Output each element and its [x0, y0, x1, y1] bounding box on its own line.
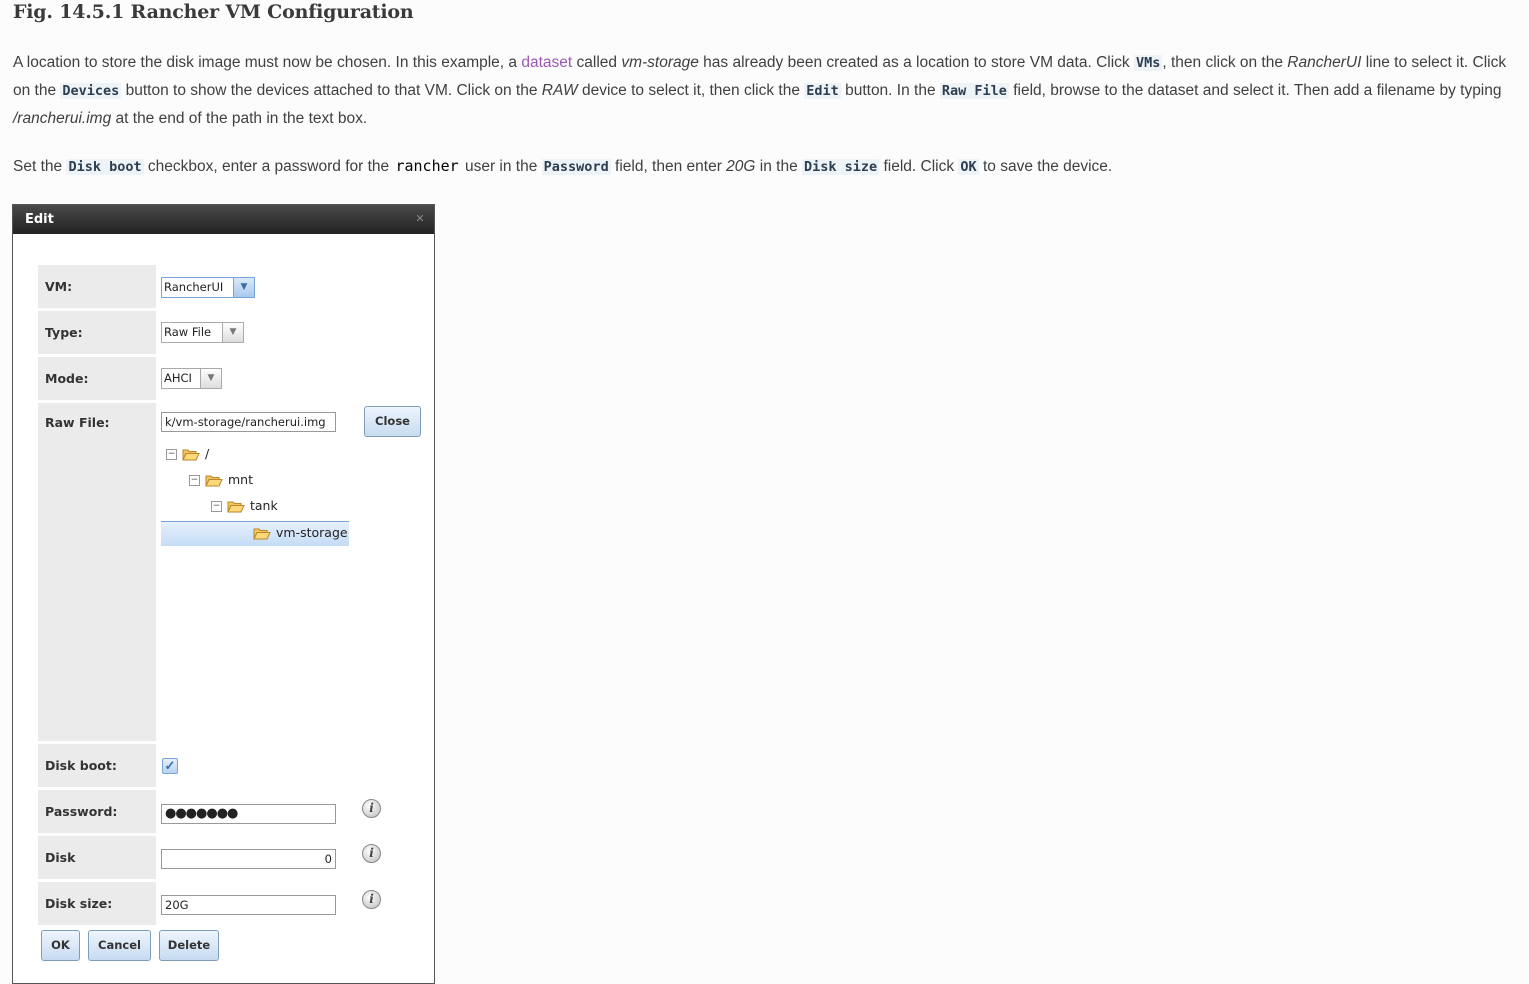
collapse-icon[interactable]: − — [189, 475, 200, 486]
type-label: Type: — [38, 311, 156, 354]
tree-node-tank[interactable]: − tank — [211, 498, 278, 513]
vm-label: VM: — [38, 265, 156, 308]
page-title: Fig. 14.5.1 Rancher VM Configuration — [13, 1, 414, 23]
cancel-button[interactable]: Cancel — [88, 930, 151, 961]
chevron-down-icon[interactable]: ▼ — [222, 323, 243, 342]
checkmark-icon: ✓ — [164, 758, 176, 773]
disk-boot-checkbox[interactable]: ✓ — [162, 758, 178, 774]
info-icon[interactable]: i — [362, 844, 381, 863]
instructions-paragraph-2: Set the Disk boot checkbox, enter a pass… — [13, 157, 1113, 175]
tree-node-mnt[interactable]: − mnt — [189, 472, 253, 487]
dialog-title: Edit — [25, 212, 54, 227]
delete-button[interactable]: Delete — [159, 930, 219, 961]
mode-label: Mode: — [38, 357, 156, 400]
disk-boot-label: Disk boot: — [38, 744, 156, 787]
folder-open-icon — [182, 449, 200, 461]
instructions-paragraph-1: A location to store the disk image must … — [13, 54, 1507, 127]
close-icon[interactable]: ✕ — [414, 213, 426, 225]
dialog-titlebar[interactable]: Edit ✕ — [13, 205, 434, 234]
mode-select[interactable]: AHCI ▼ — [161, 368, 222, 389]
password-label: Password: — [38, 790, 156, 833]
disk-size-label: Disk size: — [38, 882, 156, 925]
edit-device-dialog: Edit ✕ VM: Type: Mode: Raw File: Disk bo… — [12, 204, 435, 984]
info-icon[interactable]: i — [362, 799, 381, 818]
vm-select-value: RancherUI — [164, 280, 224, 294]
close-browser-button[interactable]: Close — [364, 406, 421, 437]
type-select[interactable]: Raw File ▼ — [161, 322, 244, 343]
collapse-icon[interactable]: − — [211, 501, 222, 512]
collapse-icon[interactable]: − — [166, 449, 177, 460]
chevron-down-icon[interactable]: ▼ — [233, 278, 254, 297]
sectorsize-input[interactable]: 0 — [161, 849, 336, 869]
type-select-value: Raw File — [164, 325, 212, 339]
tree-node-vm-storage[interactable]: vm-storage — [253, 525, 348, 540]
tree-node-root[interactable]: − / — [166, 446, 209, 461]
ok-button[interactable]: OK — [41, 930, 80, 961]
info-icon[interactable]: i — [362, 890, 381, 909]
password-input[interactable]: ●●●●●●● — [161, 804, 336, 824]
mode-select-value: AHCI — [164, 371, 192, 385]
disk-size-input[interactable]: 20G — [161, 895, 336, 915]
chevron-down-icon[interactable]: ▼ — [200, 369, 221, 388]
folder-open-icon — [253, 528, 271, 540]
vm-select[interactable]: RancherUI ▼ — [161, 277, 255, 298]
raw-file-input[interactable]: k/vm-storage/rancherui.img — [161, 412, 336, 432]
folder-open-icon — [227, 501, 245, 513]
folder-open-icon — [205, 475, 223, 487]
dataset-link[interactable]: dataset — [521, 54, 572, 71]
sectorsize-label: Disk sectorsize: — [38, 836, 156, 908]
raw-file-label: Raw File: — [38, 403, 156, 741]
